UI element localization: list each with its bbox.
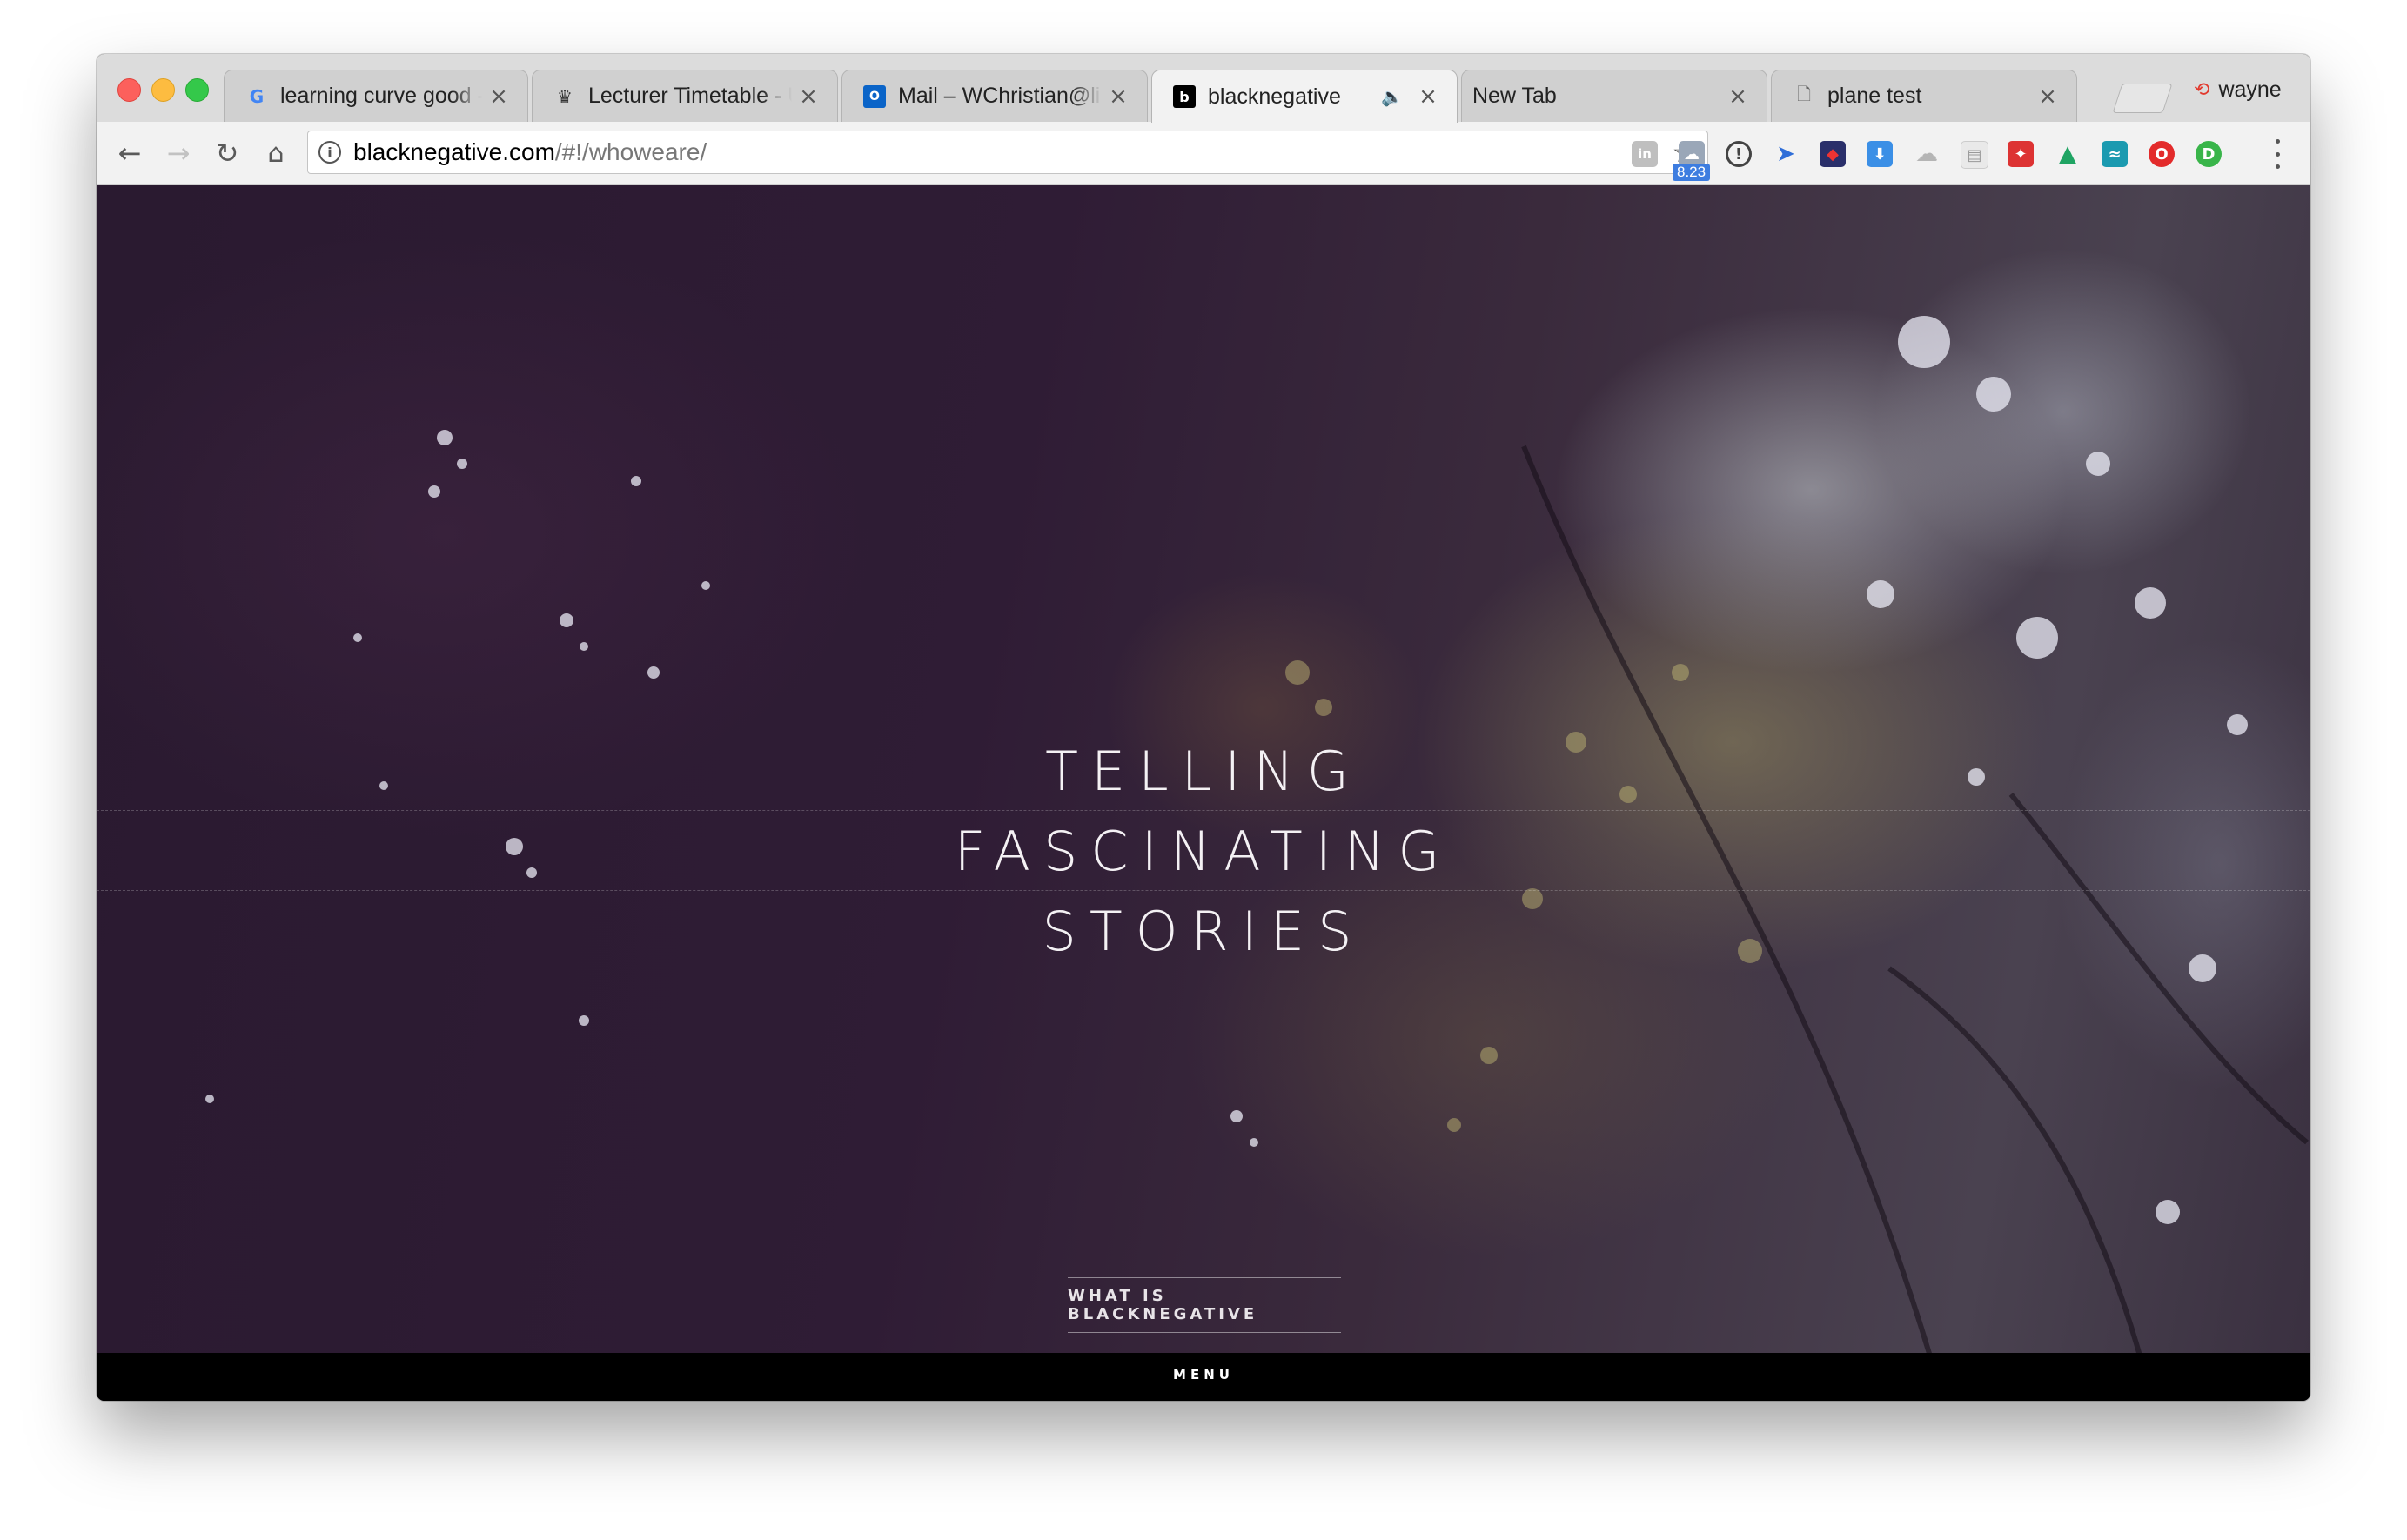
tab-title: Lecturer Timetable - U xyxy=(588,84,792,108)
university-crest-icon: ♛ xyxy=(557,85,573,107)
cloud-ext-icon[interactable]: ☁ xyxy=(1914,141,1940,167)
onepassword-ext-icon[interactable]: ! xyxy=(1726,141,1752,167)
close-icon[interactable]: × xyxy=(489,84,508,110)
tab-plane-test[interactable]: 🗋 plane test × xyxy=(1771,70,2077,122)
what-is-blacknegative-button[interactable]: WHAT IS BLACKNEGATIVE xyxy=(1068,1277,1341,1333)
menu-button[interactable]: MENU xyxy=(97,1367,2310,1383)
window-close-button[interactable] xyxy=(117,78,141,102)
new-tab-button[interactable] xyxy=(2112,84,2173,113)
app-ext-icon[interactable]: ◆ xyxy=(1820,141,1846,167)
reload-button[interactable]: ↻ xyxy=(208,134,246,172)
bird-ext-icon[interactable]: ➤ xyxy=(1773,141,1799,167)
browser-window: G learning curve good - × ♛ Lecturer Tim… xyxy=(97,54,2310,1401)
tab-mail[interactable]: O Mail – WChristian@linc × xyxy=(841,70,1148,122)
tab-new-tab[interactable]: New Tab × xyxy=(1461,70,1767,122)
address-bar[interactable]: i blacknegative.com/#!/whoweare/ ☆ xyxy=(307,131,1708,174)
profile-name: wayne xyxy=(2218,77,2282,102)
speaker-icon[interactable]: 🔈 xyxy=(1381,86,1403,107)
google-g-icon: G xyxy=(249,85,265,107)
hero-line-1: TELLING xyxy=(1045,740,1362,803)
close-icon[interactable]: × xyxy=(1728,84,1747,110)
download-ext-icon[interactable]: ⬇ xyxy=(1867,141,1893,167)
url-text[interactable]: blacknegative.com/#!/whoweare/ xyxy=(353,138,1672,166)
linkedin-ext-icon[interactable]: in xyxy=(1632,141,1658,167)
tab-title: New Tab xyxy=(1472,84,1557,108)
drive-ext-icon[interactable]: ▲ xyxy=(2055,141,2081,167)
opera-ext-icon[interactable]: O xyxy=(2149,141,2175,167)
shield-ext-icon[interactable]: ✦ xyxy=(2008,141,2034,167)
hero-line-2: FASCINATING xyxy=(954,820,1453,883)
close-icon[interactable]: × xyxy=(1109,84,1128,110)
close-icon[interactable]: × xyxy=(1418,84,1438,110)
tab-lecturer-timetable[interactable]: ♛ Lecturer Timetable - U × xyxy=(532,70,838,122)
extension-badge: 8.23 xyxy=(1673,164,1711,181)
forward-button[interactable]: → xyxy=(159,134,198,172)
outlook-icon: O xyxy=(863,84,886,108)
hero-line-3: STORIES xyxy=(1042,900,1365,963)
tab-title: Mail – WChristian@linc xyxy=(898,84,1102,108)
tab-strip: G learning curve good - × ♛ Lecturer Tim… xyxy=(97,54,2310,123)
browser-toolbar: ← → ↻ ⌂ i blacknegative.com/#!/whoweare/… xyxy=(97,122,2310,185)
tab-title: blacknegative xyxy=(1208,84,1341,109)
close-icon[interactable]: × xyxy=(799,84,818,110)
info-icon[interactable]: i xyxy=(318,141,341,164)
site-menu-bar[interactable]: MENU xyxy=(97,1353,2310,1401)
tab-blacknegative[interactable]: b blacknegative 🔈 × xyxy=(1151,70,1458,123)
green-ext-icon[interactable]: D xyxy=(2196,141,2222,167)
wave-ext-icon[interactable]: ≈ xyxy=(2102,141,2128,167)
browser-menu-icon[interactable] xyxy=(2269,139,2286,169)
page-viewport: TELLING FASCINATING STORIES WHAT IS BLAC… xyxy=(97,185,2310,1401)
profile-button[interactable]: ⟲ wayne xyxy=(2194,77,2282,103)
close-icon[interactable]: × xyxy=(2038,84,2057,110)
blacknegative-logo-icon: b xyxy=(1173,85,1196,108)
window-maximize-button[interactable] xyxy=(185,78,209,102)
document-icon: 🗋 xyxy=(1796,83,1812,104)
profile-icon: ⟲ xyxy=(2194,78,2210,101)
tab-title: plane test xyxy=(1827,84,1922,108)
tab-title: learning curve good - xyxy=(280,84,482,108)
tab-learning-curve[interactable]: G learning curve good - × xyxy=(224,70,528,122)
back-button[interactable]: ← xyxy=(111,134,149,172)
window-minimize-button[interactable] xyxy=(151,78,175,102)
home-button[interactable]: ⌂ xyxy=(257,134,295,172)
hero-headline: TELLING FASCINATING STORIES xyxy=(97,732,2310,972)
calendar-ext-icon[interactable]: ▤ xyxy=(1961,141,1988,169)
